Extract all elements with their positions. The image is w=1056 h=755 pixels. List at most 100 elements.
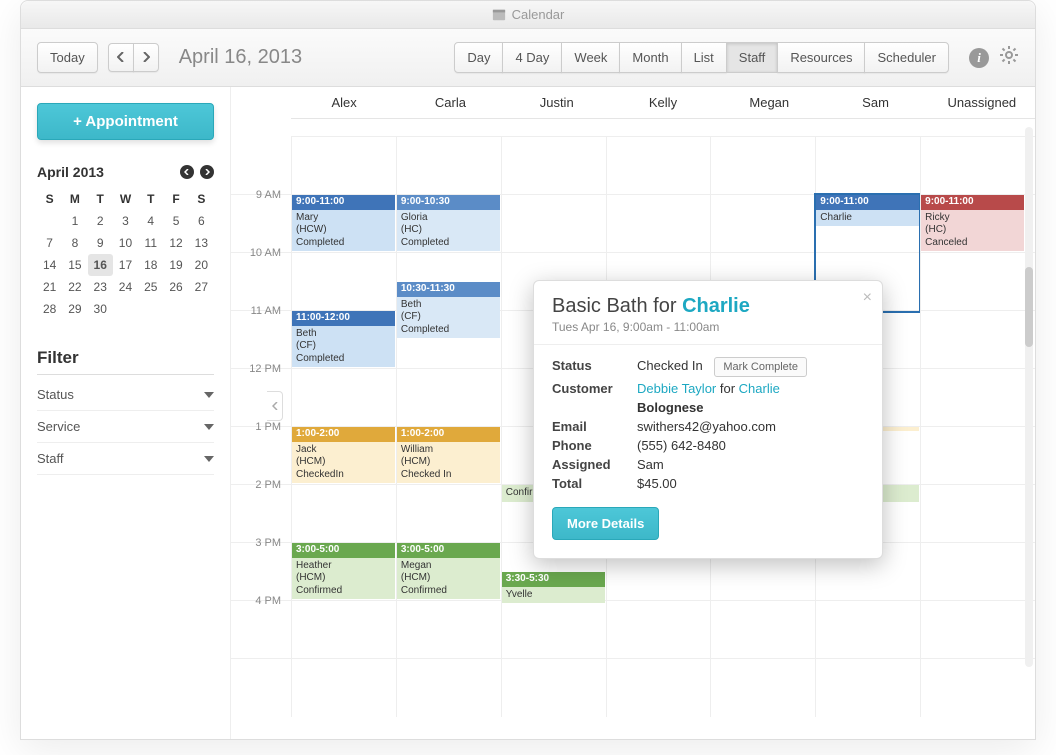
scrollbar[interactable] <box>1025 127 1033 667</box>
email-label: Email <box>552 419 637 434</box>
chevron-down-icon <box>204 424 214 430</box>
mini-cal-day <box>189 298 214 320</box>
view-tab-resources[interactable]: Resources <box>777 42 865 73</box>
filter-service[interactable]: Service <box>37 411 214 443</box>
staff-column-header: Sam <box>822 87 928 118</box>
appointment[interactable]: 3:30-5:30Yvelle <box>502 572 605 630</box>
appointment[interactable]: 1:00-2:00William(HCM)Checked In <box>397 427 500 485</box>
appointment[interactable]: 1:00-2:00Jack(HCM)CheckedIn <box>292 427 395 485</box>
weekday-header: W <box>113 188 138 210</box>
time-label: 9 AM <box>231 189 287 201</box>
mini-cal-day[interactable]: 29 <box>62 298 87 320</box>
weekday-header: S <box>37 188 62 210</box>
view-tab-day[interactable]: Day <box>454 42 503 73</box>
prev-button[interactable] <box>108 43 134 72</box>
mini-cal-day[interactable]: 3 <box>113 210 138 232</box>
staff-column[interactable]: 9:00-11:00Ricky(HC)Canceled <box>920 137 1025 717</box>
chevron-down-icon <box>204 456 214 462</box>
mini-cal-day[interactable]: 17 <box>113 254 138 276</box>
status-label: Status <box>552 358 637 373</box>
mini-cal-next[interactable] <box>200 165 214 179</box>
mini-cal-day[interactable]: 1 <box>62 210 87 232</box>
appointment[interactable]: 10:30-11:30Beth(CF)Completed <box>397 282 500 340</box>
mini-cal-day[interactable]: 14 <box>37 254 62 276</box>
mini-cal-day[interactable]: 16 <box>88 254 113 276</box>
filter-title: Filter <box>37 348 214 375</box>
mini-cal-day[interactable]: 22 <box>62 276 87 298</box>
appointment[interactable]: 9:00-11:00Ricky(HC)Canceled <box>921 195 1024 311</box>
mini-cal-day[interactable]: 13 <box>189 232 214 254</box>
customer-label: Customer <box>552 381 637 396</box>
mini-cal-day[interactable]: 30 <box>88 298 113 320</box>
mini-cal-day[interactable]: 9 <box>88 232 113 254</box>
gear-icon[interactable] <box>999 45 1019 70</box>
staff-column[interactable]: 9:00-10:30Gloria(HC)Completed10:30-11:30… <box>396 137 501 717</box>
appointment[interactable]: 3:00-5:00Megan(HCM)Confirmed <box>397 543 500 659</box>
appointment[interactable]: 9:00-11:00Mary(HCW)Completed <box>292 195 395 311</box>
mark-complete-button[interactable]: Mark Complete <box>714 357 807 377</box>
filter-status[interactable]: Status <box>37 379 214 411</box>
mini-cal-day[interactable]: 2 <box>88 210 113 232</box>
assigned-value: Sam <box>637 457 864 472</box>
mini-cal-day[interactable]: 4 <box>138 210 163 232</box>
filter-section: Filter StatusServiceStaff <box>37 348 214 475</box>
view-tab-week[interactable]: Week <box>561 42 620 73</box>
breed-value: Bolognese <box>637 400 864 415</box>
sidebar-collapse-handle[interactable] <box>267 391 283 421</box>
new-appointment-button[interactable]: + Appointment <box>37 103 214 140</box>
mini-cal-day[interactable]: 12 <box>163 232 188 254</box>
staff-column[interactable]: 9:00-11:00Mary(HCW)Completed11:00-12:00B… <box>291 137 396 717</box>
window-title: Calendar <box>512 7 565 22</box>
staff-column-header: Kelly <box>610 87 716 118</box>
mini-cal-day[interactable]: 26 <box>163 276 188 298</box>
weekday-header: T <box>88 188 113 210</box>
info-icon[interactable]: i <box>969 48 989 68</box>
time-label: 1 PM <box>231 421 287 433</box>
mini-cal-day[interactable]: 21 <box>37 276 62 298</box>
mini-cal-day[interactable]: 28 <box>37 298 62 320</box>
view-tab-list[interactable]: List <box>681 42 727 73</box>
assigned-label: Assigned <box>552 457 637 472</box>
mini-cal-day[interactable]: 5 <box>163 210 188 232</box>
filter-staff[interactable]: Staff <box>37 443 214 475</box>
mini-cal-prev[interactable] <box>180 165 194 179</box>
mini-cal-day[interactable]: 25 <box>138 276 163 298</box>
total-label: Total <box>552 476 637 491</box>
customer-link[interactable]: Debbie Taylor <box>637 381 716 396</box>
view-tab-scheduler[interactable]: Scheduler <box>864 42 949 73</box>
view-tab-staff[interactable]: Staff <box>726 42 779 73</box>
weekday-header: M <box>62 188 87 210</box>
mini-cal-day[interactable]: 24 <box>113 276 138 298</box>
today-button[interactable]: Today <box>37 42 98 73</box>
more-details-button[interactable]: More Details <box>552 507 659 540</box>
time-label: 12 PM <box>231 363 287 375</box>
mini-cal-day[interactable]: 18 <box>138 254 163 276</box>
weekday-header: T <box>138 188 163 210</box>
mini-cal-day[interactable]: 20 <box>189 254 214 276</box>
mini-cal-day[interactable]: 23 <box>88 276 113 298</box>
appointment[interactable]: 3:00-5:00Heather(HCM)Confirmed <box>292 543 395 659</box>
chevron-down-icon <box>204 392 214 398</box>
next-button[interactable] <box>133 43 159 72</box>
appointment[interactable]: 11:00-12:00Beth(CF)Completed <box>292 311 395 369</box>
mini-cal-day[interactable]: 6 <box>189 210 214 232</box>
view-tab-month[interactable]: Month <box>619 42 681 73</box>
window-titlebar: Calendar <box>21 1 1035 29</box>
time-label: 11 AM <box>231 305 287 317</box>
close-icon[interactable]: × <box>863 289 872 307</box>
current-date-title: April 16, 2013 <box>179 46 302 69</box>
scroll-thumb[interactable] <box>1025 267 1033 347</box>
staff-column-header: Alex <box>291 87 397 118</box>
pet-link[interactable]: Charlie <box>739 381 780 396</box>
mini-cal-day[interactable]: 7 <box>37 232 62 254</box>
time-label: 3 PM <box>231 537 287 549</box>
mini-cal-day[interactable]: 27 <box>189 276 214 298</box>
mini-cal-day[interactable]: 15 <box>62 254 87 276</box>
mini-cal-day[interactable]: 10 <box>113 232 138 254</box>
mini-cal-day[interactable]: 19 <box>163 254 188 276</box>
staff-column-header: Megan <box>716 87 822 118</box>
view-tab-4day[interactable]: 4 Day <box>502 42 562 73</box>
mini-cal-day[interactable]: 11 <box>138 232 163 254</box>
appointment[interactable]: 9:00-10:30Gloria(HC)Completed <box>397 195 500 282</box>
mini-cal-day[interactable]: 8 <box>62 232 87 254</box>
